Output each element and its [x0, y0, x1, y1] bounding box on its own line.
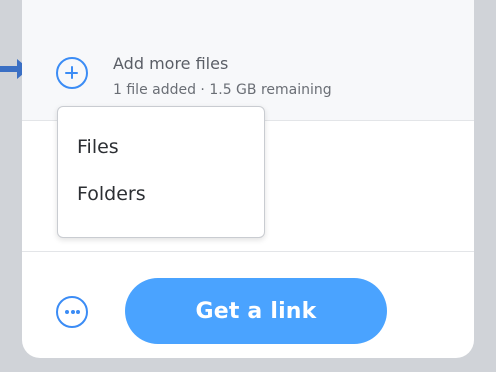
dot-icon	[65, 310, 69, 314]
divider	[22, 251, 474, 252]
get-link-button[interactable]: Get a link	[125, 278, 387, 344]
dot-icon	[76, 310, 80, 314]
add-files-dropdown	[57, 106, 265, 238]
files-status-text: 1 file added · 1.5 GB remaining	[113, 82, 332, 98]
dropdown-item-files[interactable]: Files	[77, 136, 119, 158]
add-files-area[interactable]: Add more files 1 file added · 1.5 GB rem…	[22, 0, 474, 121]
dropdown-item-folders[interactable]: Folders	[77, 183, 146, 205]
dot-icon	[70, 310, 75, 314]
add-files-title[interactable]: Add more files	[113, 54, 228, 73]
plus-circle-icon[interactable]	[56, 57, 88, 89]
more-options-icon[interactable]	[56, 296, 88, 328]
